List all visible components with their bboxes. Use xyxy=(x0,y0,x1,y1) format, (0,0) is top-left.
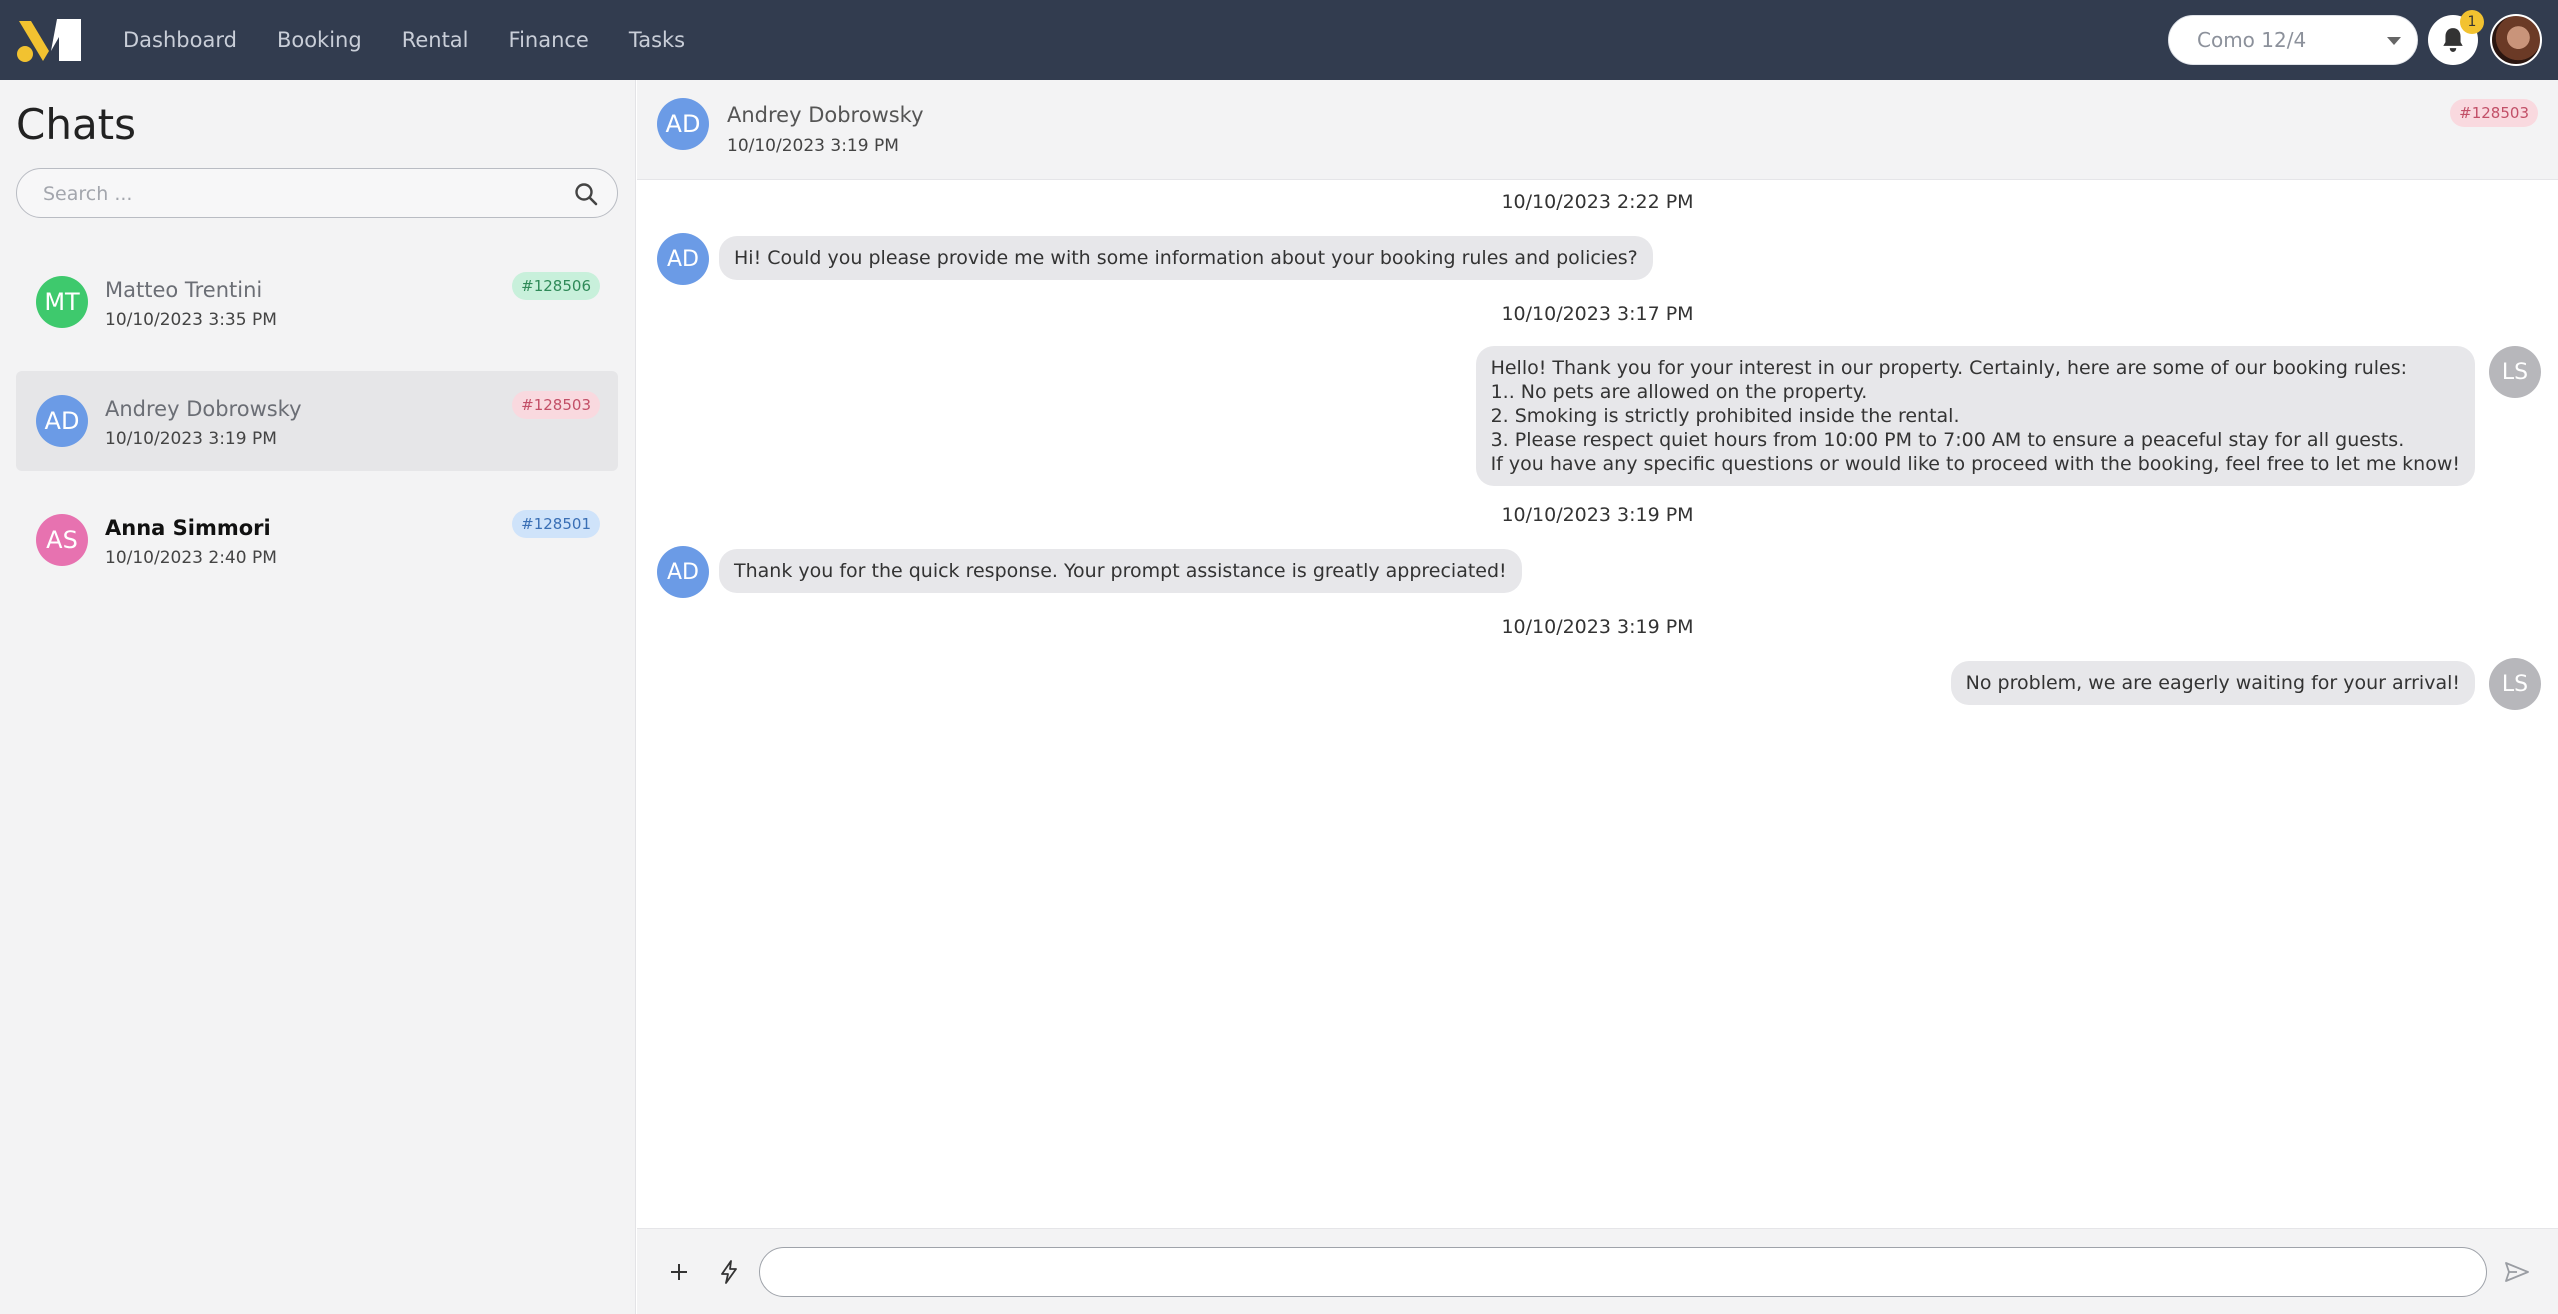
send-button[interactable] xyxy=(2501,1256,2533,1288)
message-composer xyxy=(637,1228,2558,1314)
message-text: If you have any specific questions or wo… xyxy=(1490,453,2460,475)
location-select[interactable]: Como 12/4 xyxy=(2168,15,2418,65)
chat-contact-name: Matteo Trentini xyxy=(105,278,263,302)
chat-timestamp: 10/10/2023 3:35 PM xyxy=(105,310,277,330)
message-text: Hi! Could you please provide me with som… xyxy=(734,247,1638,269)
avatar: AD xyxy=(36,395,88,447)
chat-timestamp: 10/10/2023 3:19 PM xyxy=(105,429,277,449)
message-timestamp: 10/10/2023 3:19 PM xyxy=(1501,616,1694,638)
quick-reply-button[interactable] xyxy=(713,1256,745,1288)
notification-badge: 1 xyxy=(2460,10,2484,34)
booking-tag[interactable]: #128503 xyxy=(2450,99,2538,127)
avatar: AD xyxy=(657,233,709,285)
chat-contact-name: Andrey Dobrowsky xyxy=(105,397,302,421)
message-bubble: Thank you for the quick response. Your p… xyxy=(719,549,1522,593)
message-text: Thank you for the quick response. Your p… xyxy=(734,560,1507,582)
search-icon[interactable] xyxy=(573,181,599,207)
user-avatar[interactable] xyxy=(2490,14,2542,66)
chevron-down-icon xyxy=(2387,37,2401,45)
search-box xyxy=(16,168,618,218)
avatar: AD xyxy=(657,546,709,598)
chat-contact-name: Andrey Dobrowsky xyxy=(727,103,924,127)
chat-header: AD Andrey Dobrowsky 10/10/2023 3:19 PM #… xyxy=(637,80,2558,180)
avatar: LS xyxy=(2489,346,2541,398)
avatar: MT xyxy=(36,276,88,328)
main-nav: Dashboard Booking Rental Finance Tasks xyxy=(123,0,685,80)
chat-timestamp: 10/10/2023 2:40 PM xyxy=(105,548,277,568)
sidebar-title: Chats xyxy=(16,100,137,149)
message-timestamp: 10/10/2023 3:19 PM xyxy=(1501,504,1694,526)
message-bubble: Hi! Could you please provide me with som… xyxy=(719,236,1653,280)
avatar: LS xyxy=(2489,658,2541,710)
chat-list-item-andrey-dobrowsky[interactable]: AD Andrey Dobrowsky 10/10/2023 3:19 PM #… xyxy=(16,371,618,471)
location-select-value: Como 12/4 xyxy=(2197,28,2307,52)
message-text: 3. Please respect quiet hours from 10:00… xyxy=(1490,429,2405,451)
nav-finance[interactable]: Finance xyxy=(509,28,589,52)
message-text: No problem, we are eagerly waiting for y… xyxy=(1965,672,2460,694)
search-input[interactable] xyxy=(43,181,543,207)
message-text: 2. Smoking is strictly prohibited inside… xyxy=(1490,405,1960,427)
bell-icon xyxy=(2443,28,2463,52)
message-timestamp: 10/10/2023 3:17 PM xyxy=(1501,303,1694,325)
avatar: AS xyxy=(36,514,88,566)
booking-tag: #128506 xyxy=(512,272,600,300)
avatar: AD xyxy=(657,98,709,150)
plus-icon xyxy=(671,1264,687,1280)
message-text: Hello! Thank you for your interest in ou… xyxy=(1490,357,2408,379)
message-bubble: Hello! Thank you for your interest in ou… xyxy=(1475,346,2475,486)
attach-button[interactable] xyxy=(663,1256,695,1288)
logo-icon[interactable] xyxy=(17,17,83,63)
message-input[interactable] xyxy=(759,1247,2487,1297)
chat-list-item-matteo-trentini[interactable]: MT Matteo Trentini 10/10/2023 3:35 PM #1… xyxy=(16,252,618,352)
chat-contact-name: Anna Simmori xyxy=(105,516,271,540)
chat-list-item-anna-simmori[interactable]: AS Anna Simmori 10/10/2023 2:40 PM #1285… xyxy=(16,490,618,590)
message-text: 1.. No pets are allowed on the property. xyxy=(1490,381,1868,403)
booking-tag: #128501 xyxy=(512,510,600,538)
nav-tasks[interactable]: Tasks xyxy=(629,28,685,52)
nav-dashboard[interactable]: Dashboard xyxy=(123,28,237,52)
booking-tag: #128503 xyxy=(512,391,600,419)
send-icon xyxy=(2505,1262,2529,1282)
nav-booking[interactable]: Booking xyxy=(277,28,362,52)
top-bar: Dashboard Booking Rental Finance Tasks C… xyxy=(0,0,2558,80)
message-timestamp: 10/10/2023 2:22 PM xyxy=(1501,191,1694,213)
bolt-icon xyxy=(721,1260,737,1284)
chat-contact-time: 10/10/2023 3:19 PM xyxy=(727,136,899,156)
message-bubble: No problem, we are eagerly waiting for y… xyxy=(1950,661,2475,705)
nav-rental[interactable]: Rental xyxy=(402,28,469,52)
chat-sidebar: Chats MT Matteo Trentini 10/10/2023 3:35… xyxy=(0,80,636,1314)
